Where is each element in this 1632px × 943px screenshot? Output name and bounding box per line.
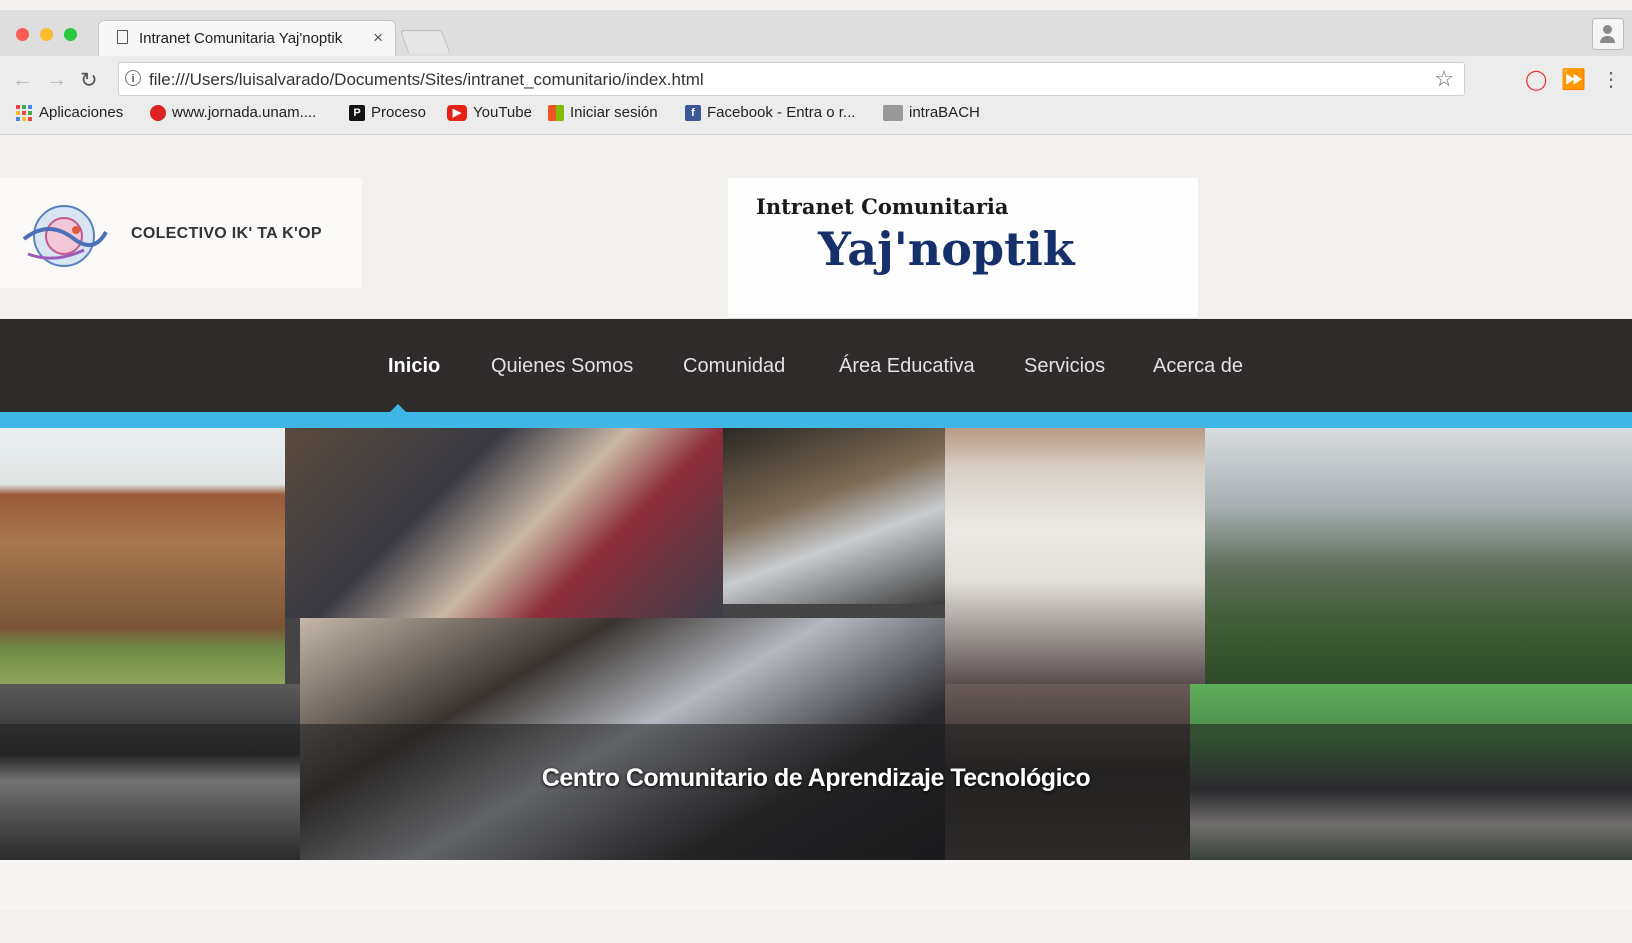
browser-tab[interactable]: Intranet Comunitaria Yaj'noptik × — [98, 20, 396, 56]
intrabach-icon — [883, 104, 903, 121]
document-icon — [117, 30, 128, 44]
bookmark-proceso[interactable]: P Proceso — [349, 104, 426, 121]
youtube-icon: ▶ — [447, 104, 467, 121]
menu-dots-icon[interactable]: ⋮ — [1601, 67, 1621, 92]
windows-icon — [548, 104, 564, 121]
collective-logo-icon — [22, 205, 108, 267]
bookmark-iniciar-sesion[interactable]: Iniciar sesión — [548, 104, 658, 121]
profile-icon[interactable] — [1592, 18, 1624, 50]
proceso-icon: P — [349, 104, 365, 121]
classroom-presentation-photo — [945, 428, 1205, 684]
bookmark-label: Facebook - Entra o r... — [707, 104, 856, 121]
bookmark-facebook[interactable]: f Facebook - Entra o r... — [685, 104, 855, 121]
bookmark-star-icon[interactable]: ☆ — [1434, 66, 1454, 92]
url-text: file:///Users/luisalvarado/Documents/Sit… — [149, 70, 704, 89]
forward-arrow-icon[interactable]: → — [46, 68, 67, 92]
adobe-house-photo — [0, 428, 285, 684]
close-window-icon[interactable] — [16, 28, 29, 41]
nav-item-quienes-somos[interactable]: Quienes Somos — [491, 355, 633, 378]
nav-item-area-educativa[interactable]: Área Educativa — [839, 355, 975, 378]
opera-extension-icon[interactable]: ◯ — [1525, 67, 1547, 92]
computer-users-photo — [723, 428, 945, 604]
site-title-block[interactable]: Intranet Comunitaria Yaj'noptik — [728, 178, 1198, 319]
site-title-line1: Intranet Comunitaria — [756, 194, 1009, 219]
maximize-window-icon[interactable] — [64, 28, 77, 41]
address-bar[interactable]: i file:///Users/luisalvarado/Documents/S… — [118, 62, 1465, 96]
bookmark-label: YouTube — [473, 104, 532, 121]
bookmark-label: Iniciar sesión — [570, 104, 658, 121]
nav-item-acerca-de[interactable]: Acerca de — [1153, 355, 1243, 378]
nav-item-inicio[interactable]: Inicio — [388, 355, 440, 378]
antenna-mountains-photo — [1205, 428, 1632, 684]
bookmark-label: www.jornada.unam.... — [172, 104, 317, 121]
tab-title: Intranet Comunitaria Yaj'noptik — [139, 30, 343, 47]
site-title-line2: Yaj'noptik — [818, 222, 1075, 276]
bookmark-jornada[interactable]: www.jornada.unam.... — [150, 104, 316, 121]
browser-chrome: Intranet Comunitaria Yaj'noptik × ← → ↻ … — [0, 10, 1632, 135]
nav-item-servicios[interactable]: Servicios — [1024, 355, 1105, 378]
apps-grid-icon — [16, 104, 32, 121]
minimize-window-icon[interactable] — [40, 28, 53, 41]
collective-name: COLECTIVO IK' TA K'OP — [131, 225, 322, 242]
media-extension-icon[interactable]: ⏩ — [1561, 67, 1586, 92]
bookmark-youtube[interactable]: ▶ YouTube — [447, 104, 532, 121]
main-navigation: Inicio Quienes Somos Comunidad Área Educ… — [0, 319, 1632, 413]
workshop-table-photo — [285, 428, 723, 618]
hero-collage: Centro Comunitario de Aprendizaje Tecnol… — [0, 428, 1632, 860]
hero-caption: Centro Comunitario de Aprendizaje Tecnol… — [541, 764, 1091, 792]
page-bottom-area — [0, 860, 1632, 910]
collective-logo-block[interactable]: COLECTIVO IK' TA K'OP — [0, 178, 362, 288]
close-tab-icon[interactable]: × — [373, 28, 383, 48]
info-icon[interactable]: i — [125, 70, 141, 86]
back-arrow-icon[interactable]: ← — [12, 68, 33, 92]
tab-strip: Intranet Comunitaria Yaj'noptik × — [0, 10, 1632, 56]
facebook-icon: f — [685, 104, 701, 121]
bookmark-aplicaciones[interactable]: Aplicaciones — [16, 104, 123, 121]
accent-bar — [0, 412, 1632, 428]
bookmark-label: intraBACH — [909, 104, 980, 121]
nav-item-comunidad[interactable]: Comunidad — [683, 355, 785, 378]
bookmark-label: Proceso — [371, 104, 427, 121]
reload-icon[interactable]: ↻ — [80, 68, 98, 93]
jornada-icon — [150, 104, 166, 121]
bookmark-intrabach[interactable]: intraBACH — [883, 104, 980, 121]
bookmark-label: Aplicaciones — [39, 104, 124, 121]
new-tab-button[interactable] — [399, 30, 451, 53]
bookmarks-bar: Aplicaciones www.jornada.unam.... P Proc… — [0, 102, 1632, 130]
